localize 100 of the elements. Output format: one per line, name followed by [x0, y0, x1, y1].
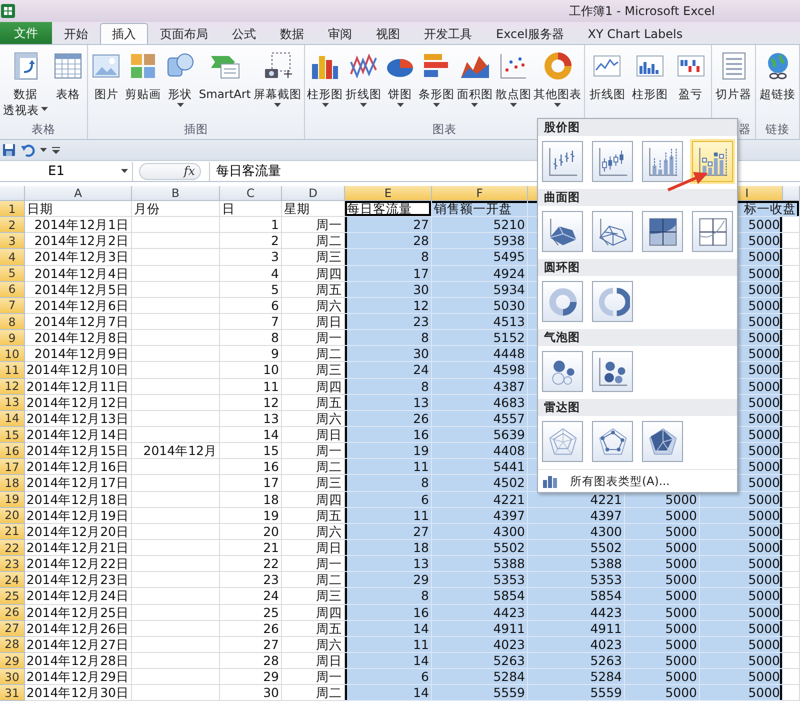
chart-type-button[interactable] [592, 281, 633, 322]
ribbon-button[interactable]: 柱形图 [306, 48, 344, 121]
chart-type-button[interactable] [542, 351, 583, 392]
row-header[interactable]: 24 [0, 572, 25, 588]
chart-type-button[interactable] [642, 141, 683, 182]
ribbon-button[interactable]: 柱形图 [630, 48, 669, 121]
ribbon-button[interactable]: 剪贴画 [124, 48, 162, 121]
chart-type-button[interactable] [592, 141, 633, 182]
ribbon-button[interactable]: 面积图 [456, 48, 494, 121]
row-header[interactable]: 6 [0, 282, 25, 298]
ribbon-tab[interactable]: 页面布局 [148, 23, 220, 44]
ribbon-button[interactable]: 折线图 [588, 48, 626, 121]
table-cell [783, 314, 800, 330]
row-header[interactable]: 26 [0, 604, 25, 621]
table-cell [783, 362, 800, 379]
ribbon-button[interactable]: 形状 [163, 48, 198, 121]
table-cell: 5000 [700, 540, 783, 556]
column-header[interactable]: F [432, 186, 528, 201]
ribbon-button[interactable]: 图片 [89, 48, 124, 121]
table-cell: 8 [345, 475, 432, 492]
column-header[interactable]: D [282, 186, 345, 201]
row-header[interactable]: 20 [0, 508, 25, 524]
table-cell: 14 [345, 685, 432, 702]
row-header[interactable]: 3 [0, 233, 25, 250]
row-header[interactable]: 27 [0, 620, 25, 637]
row-header[interactable]: 16 [0, 443, 25, 460]
row-header[interactable]: 29 [0, 652, 25, 670]
ribbon-button[interactable]: 盈亏 [674, 48, 708, 121]
row-header[interactable]: 11 [0, 362, 25, 379]
table-cell: 2014年12月27日 [25, 636, 132, 653]
save-icon[interactable] [2, 143, 16, 157]
all-chart-types-item[interactable]: 所有图表类型(A)... [538, 469, 737, 492]
row-header[interactable]: 31 [0, 685, 25, 702]
row-header[interactable]: 2 [0, 217, 25, 234]
chart-type-button[interactable] [642, 421, 683, 462]
column-header[interactable]: E [345, 186, 432, 201]
row-header[interactable]: 10 [0, 346, 25, 362]
customize-toolbar-icon[interactable] [52, 146, 60, 154]
table-cell: 2014年12月1日 [25, 217, 132, 234]
row-header[interactable]: 9 [0, 330, 25, 346]
row-header[interactable]: 23 [0, 556, 25, 572]
undo-icon[interactable] [21, 143, 35, 157]
ribbon-tab[interactable]: 数据 [268, 23, 316, 44]
row-header[interactable]: 13 [0, 394, 25, 411]
row-header[interactable]: 1 [0, 201, 25, 218]
row-header[interactable]: 17 [0, 459, 25, 476]
row-header[interactable]: 19 [0, 492, 25, 508]
chart-type-button[interactable] [642, 211, 683, 252]
row-header[interactable]: 22 [0, 540, 25, 556]
column-header[interactable]: B [132, 186, 220, 201]
ribbon-tab[interactable]: 公式 [220, 23, 268, 44]
row-header[interactable]: 28 [0, 636, 25, 653]
row-header[interactable]: 8 [0, 314, 25, 330]
ribbon-tab[interactable]: 开发工具 [412, 23, 484, 44]
ribbon-tab[interactable]: 审阅 [316, 23, 364, 44]
ribbon-tab[interactable]: 视图 [364, 23, 412, 44]
ribbon-button[interactable]: 切片器 [714, 48, 752, 121]
row-header[interactable]: 12 [0, 378, 25, 395]
name-box[interactable]: E1 [0, 162, 133, 180]
table-cell: 2014年12月30日 [25, 685, 132, 702]
ribbon-button[interactable]: SmartArt [198, 48, 252, 121]
row-header[interactable]: 18 [0, 475, 25, 492]
row-header[interactable]: 5 [0, 266, 25, 282]
chart-type-button[interactable] [542, 281, 583, 322]
ribbon-button[interactable]: 条形图 [417, 48, 456, 121]
table-cell: 5000 [700, 572, 783, 588]
ribbon-tab[interactable]: 开始 [52, 23, 100, 44]
ribbon-button[interactable]: 表格 [51, 48, 85, 121]
chart-type-button[interactable] [542, 141, 583, 182]
chart-type-button[interactable] [592, 211, 633, 252]
chart-type-button[interactable] [592, 351, 633, 392]
ribbon-tab[interactable]: Excel服务器 [484, 23, 576, 44]
column-header[interactable]: A [25, 186, 132, 201]
chart-type-button[interactable] [692, 141, 733, 182]
ribbon-button[interactable]: 数据 透视表 [2, 48, 49, 121]
file-menu-tab[interactable]: 文件 [0, 22, 52, 44]
table-cell: 4387 [432, 378, 528, 395]
row-header[interactable]: 21 [0, 524, 25, 540]
row-header[interactable]: 7 [0, 298, 25, 314]
row-header[interactable]: 15 [0, 426, 25, 444]
row-header[interactable]: 30 [0, 669, 25, 686]
chart-type-button[interactable] [542, 211, 583, 252]
row-header[interactable]: 4 [0, 249, 25, 266]
ribbon-tab[interactable]: 插入 [100, 23, 148, 44]
row-header[interactable]: 25 [0, 588, 25, 605]
row-header[interactable]: 14 [0, 410, 25, 427]
table-cell: 13 [220, 410, 282, 427]
chart-type-button[interactable] [692, 211, 733, 252]
ribbon-button[interactable]: 折线图 [344, 48, 383, 121]
ribbon-tab[interactable]: XY Chart Labels [576, 23, 695, 44]
insert-function-button[interactable]: fx [139, 162, 201, 180]
ribbon-button[interactable]: 饼图 [383, 48, 418, 121]
ribbon-button[interactable]: 散点图 [494, 48, 532, 121]
ribbon-button[interactable]: 其他图表 [532, 48, 583, 121]
table-cell [783, 556, 800, 572]
table-cell: 4023 [528, 636, 625, 653]
chart-type-button[interactable] [592, 421, 633, 462]
ribbon-button[interactable]: 超链接 [758, 48, 796, 121]
ribbon-button[interactable]: 屏幕截图 [252, 48, 303, 121]
column-header[interactable]: C [220, 186, 282, 201]
